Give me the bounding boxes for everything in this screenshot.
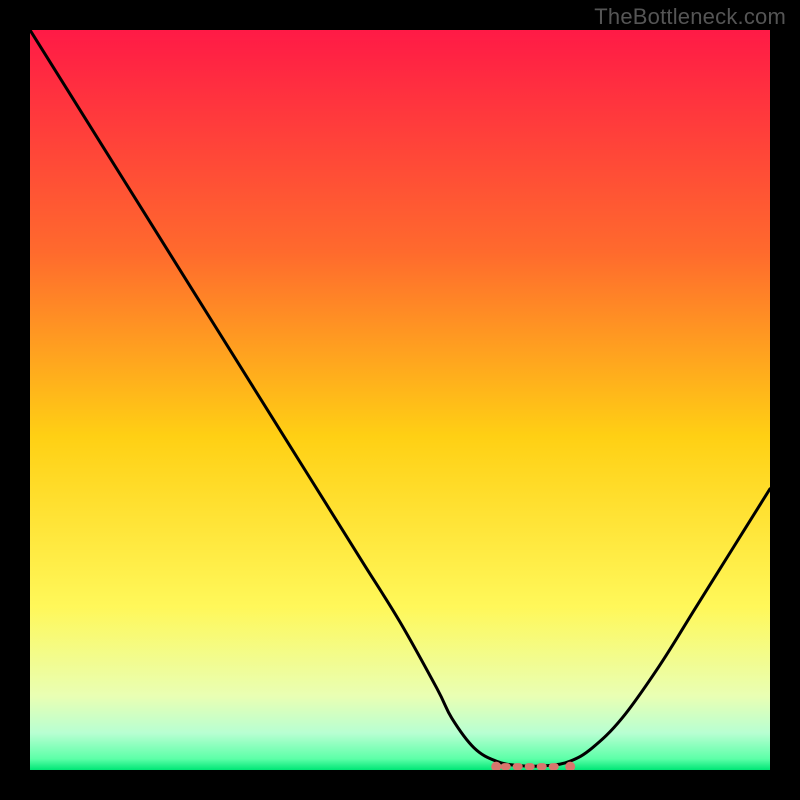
plot-area bbox=[30, 30, 770, 770]
watermark-text: TheBottleneck.com bbox=[594, 4, 786, 30]
gradient-background bbox=[30, 30, 770, 770]
chart-svg bbox=[30, 30, 770, 770]
chart-frame: TheBottleneck.com bbox=[0, 0, 800, 800]
